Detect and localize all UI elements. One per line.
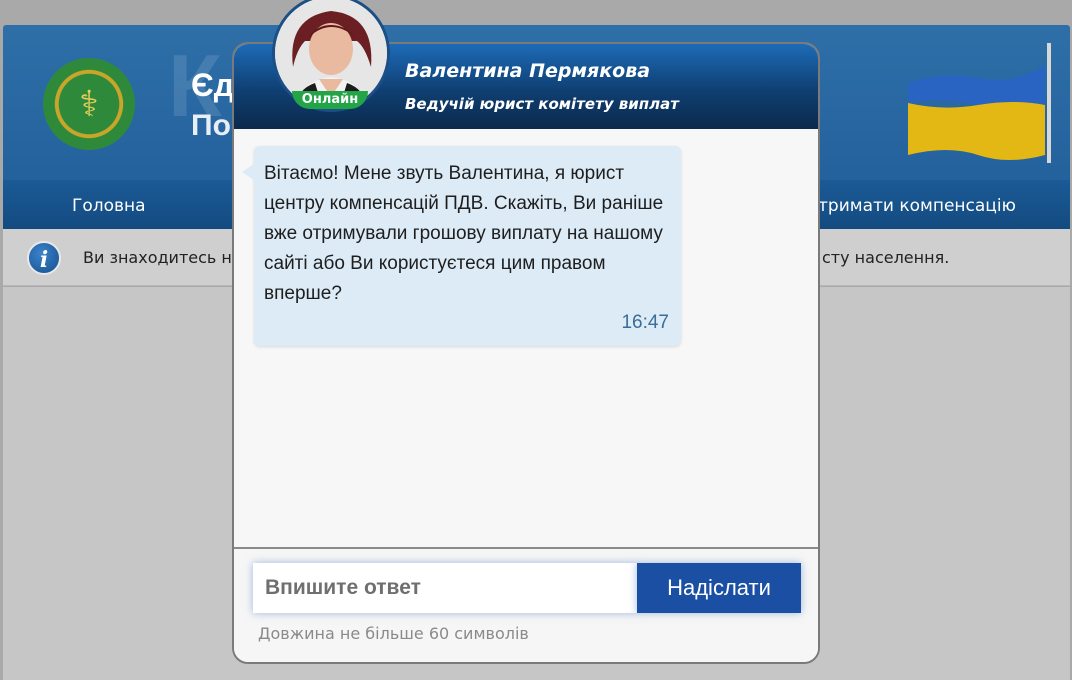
send-button[interactable]: Надіслати bbox=[637, 563, 801, 613]
chat-reply-input[interactable] bbox=[253, 563, 637, 613]
caduceus-emblem-icon: ⚕ bbox=[43, 58, 135, 150]
info-text-tail: сту населення. bbox=[822, 248, 950, 267]
chat-message: Вітаємо! Мене звуть Валентина, я юрист ц… bbox=[242, 146, 681, 346]
chat-message-time: 16:47 bbox=[621, 312, 669, 333]
agent-name: Валентина Пермякова bbox=[405, 60, 651, 82]
online-status-badge: Онлайн bbox=[292, 91, 368, 109]
site-subtitle: По bbox=[191, 109, 231, 142]
info-icon: i bbox=[27, 241, 61, 275]
nav-item-compensation[interactable]: тримати компенсацію bbox=[818, 196, 1016, 216]
info-text: Ви знаходитесь н bbox=[83, 248, 232, 267]
agent-role: Ведучій юрист комітету виплат bbox=[405, 95, 679, 113]
chat-widget: Валентина Пермякова Ведучій юрист коміте… bbox=[232, 42, 820, 664]
site-title: Єд bbox=[191, 67, 235, 103]
chat-footer: Надіслати Довжина не більше 60 символів bbox=[234, 547, 818, 662]
chat-message-text: Вітаємо! Мене звуть Валентина, я юрист ц… bbox=[264, 163, 664, 304]
input-length-hint: Довжина не більше 60 символів bbox=[258, 624, 529, 643]
nav-item-home[interactable]: Головна bbox=[72, 196, 146, 216]
ukraine-flag-icon bbox=[908, 43, 1051, 163]
